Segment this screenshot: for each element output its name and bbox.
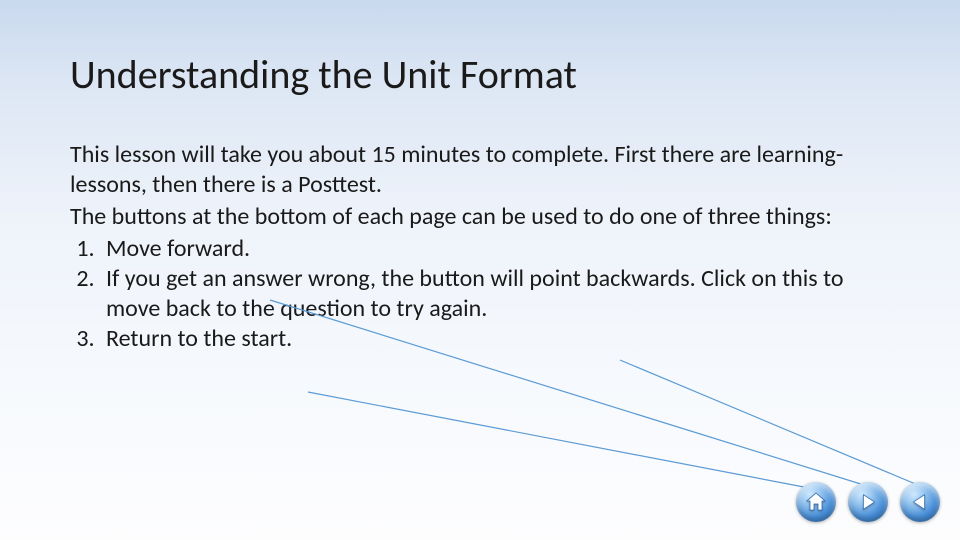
pointer-arrows	[0, 0, 960, 540]
back-icon	[909, 491, 931, 513]
slide: Understanding the Unit Format This lesso…	[0, 0, 960, 540]
forward-icon	[857, 491, 879, 513]
back-button[interactable]	[900, 482, 940, 522]
forward-button[interactable]	[848, 482, 888, 522]
nav-bar	[796, 482, 940, 522]
home-button[interactable]	[796, 482, 836, 522]
home-icon	[804, 490, 828, 514]
